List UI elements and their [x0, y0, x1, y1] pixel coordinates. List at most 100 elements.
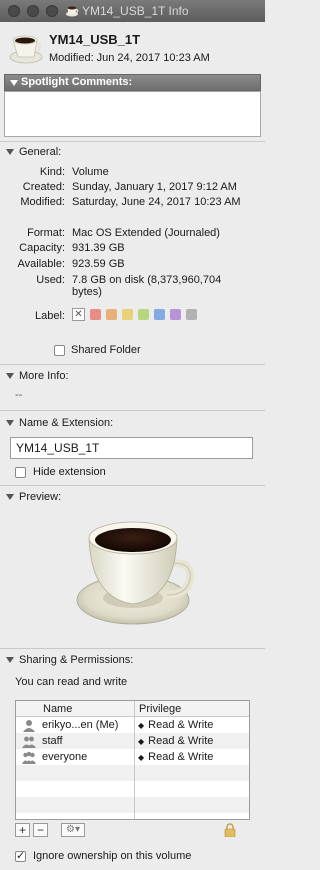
- label-swatch-red[interactable]: [90, 309, 101, 320]
- user-icon: [23, 720, 35, 732]
- remove-user-button[interactable]: −: [33, 823, 48, 837]
- gear-icon: ⚙▾: [66, 824, 80, 835]
- shared-folder-label: Shared Folder: [71, 344, 141, 356]
- label-swatch-orange[interactable]: [106, 309, 117, 320]
- column-header-name[interactable]: Name: [16, 701, 134, 717]
- general-key: Available:: [17, 258, 66, 270]
- hide-extension-label: Hide extension: [33, 466, 106, 478]
- general-value: 923.59 GB: [72, 258, 125, 270]
- ignore-ownership-checkbox[interactable]: [15, 849, 26, 862]
- coffee-cup-icon: [66, 6, 79, 17]
- table-row-empty: [16, 797, 249, 813]
- table-row-empty: [16, 765, 249, 781]
- privilege-value: Read & Write: [148, 719, 214, 731]
- item-modified: Modified: Jun 24, 2017 10:23 AM: [49, 52, 213, 64]
- privilege-popup[interactable]: ◆ Read & Write: [138, 717, 213, 734]
- table-row[interactable]: erikyo...en (Me) ◆ Read & Write: [16, 717, 249, 734]
- action-gear-button[interactable]: ⚙▾: [61, 823, 85, 837]
- minimize-button[interactable]: [27, 5, 39, 17]
- general-key: Created:: [22, 181, 65, 193]
- modified-value: Jun 24, 2017 10:23 AM: [96, 52, 210, 64]
- title-bar[interactable]: YM14_USB_1T Info: [0, 0, 265, 22]
- label-swatch-green[interactable]: [138, 309, 149, 320]
- updown-icon: ◆: [138, 721, 145, 730]
- divider: [0, 141, 265, 142]
- zoom-button[interactable]: [46, 5, 58, 17]
- modified-label: Modified:: [49, 52, 94, 64]
- coffee-cup-preview-icon: [76, 521, 195, 625]
- info-window: YM14_USB_1T Info YM14_USB_1T Modified: Ju…: [0, 0, 265, 870]
- sharing-label: Sharing & Permissions:: [19, 654, 134, 666]
- name-extension-label: Name & Extension:: [19, 417, 114, 429]
- divider: [0, 485, 265, 486]
- general-key: Capacity:: [19, 242, 65, 254]
- general-value: Saturday, June 24, 2017 10:23 AM: [72, 196, 241, 208]
- privilege-value: Read & Write: [148, 735, 214, 747]
- lock-icon[interactable]: [224, 823, 236, 837]
- privilege-popup[interactable]: ◆ Read & Write: [138, 749, 213, 766]
- more-info-label: More Info:: [19, 370, 69, 382]
- label-swatch-blue[interactable]: [154, 309, 165, 320]
- row-name: staff: [42, 735, 63, 747]
- label-swatch-purple[interactable]: [170, 309, 181, 320]
- table-row[interactable]: staff ◆ Read & Write: [16, 733, 249, 750]
- group-icon: [22, 736, 36, 748]
- column-header-privilege[interactable]: Privilege: [135, 701, 249, 717]
- general-key: Kind:: [39, 166, 65, 178]
- preview-section-header[interactable]: Preview:: [6, 491, 61, 503]
- updown-icon: ◆: [138, 737, 145, 746]
- more-info-section-header[interactable]: More Info:: [6, 370, 69, 382]
- privilege-value: Read & Write: [148, 751, 214, 763]
- divider: [0, 648, 265, 649]
- disclosure-triangle-icon: [6, 373, 14, 379]
- row-name: everyone: [42, 751, 88, 763]
- general-value: Sunday, January 1, 2017 9:12 AM: [72, 181, 237, 193]
- general-label: General:: [19, 146, 62, 158]
- shared-folder-checkbox[interactable]: [54, 345, 65, 356]
- divider: [0, 364, 265, 365]
- general-value: 931.39 GB: [72, 242, 125, 254]
- spotlight-comments-header[interactable]: Spotlight Comments:: [4, 74, 261, 91]
- label-color-picker: ✕: [72, 308, 197, 321]
- more-info-value: --: [15, 389, 23, 401]
- item-name: YM14_USB_1T: [49, 32, 141, 47]
- sharing-status: You can read and write: [15, 676, 128, 688]
- volume-coffee-icon: [9, 35, 43, 64]
- name-field[interactable]: YM14_USB_1T: [10, 437, 253, 459]
- spotlight-comments-label: Spotlight Comments:: [21, 76, 133, 88]
- general-value: Volume: [72, 166, 109, 178]
- general-value: Mac OS Extended (Journaled): [72, 227, 220, 239]
- no-label-button[interactable]: ✕: [72, 308, 85, 321]
- spotlight-comments-field[interactable]: [4, 91, 261, 137]
- disclosure-triangle-icon: [6, 657, 14, 663]
- general-key: Format:: [27, 227, 65, 239]
- updown-icon: ◆: [138, 753, 145, 762]
- general-section-header[interactable]: General:: [6, 146, 61, 158]
- add-user-button[interactable]: +: [15, 823, 30, 837]
- general-key: Modified:: [20, 196, 65, 208]
- label-key: Label:: [35, 310, 65, 322]
- disclosure-triangle-icon: [10, 80, 18, 86]
- row-name: erikyo...en (Me): [42, 719, 119, 731]
- privilege-popup[interactable]: ◆ Read & Write: [138, 733, 213, 750]
- hide-extension-checkbox[interactable]: [15, 467, 26, 478]
- disclosure-triangle-icon: [6, 149, 14, 155]
- window-title: YM14_USB_1T Info: [82, 4, 189, 18]
- general-key: Used:: [36, 274, 65, 286]
- disclosure-triangle-icon: [6, 420, 14, 426]
- permissions-table: Name Privilege erikyo...en (Me) ◆ Read & …: [15, 700, 250, 820]
- column-separator: [134, 701, 135, 819]
- ignore-ownership-label: Ignore ownership on this volume: [33, 850, 192, 862]
- disclosure-triangle-icon: [6, 494, 14, 500]
- label-swatch-yellow[interactable]: [122, 309, 133, 320]
- label-swatch-gray[interactable]: [186, 309, 197, 320]
- general-value: 7.8 GB on disk (8,373,960,704 bytes): [72, 274, 222, 298]
- preview-label: Preview:: [19, 491, 62, 503]
- everyone-icon: [22, 751, 36, 764]
- table-row[interactable]: everyone ◆ Read & Write: [16, 749, 249, 766]
- sharing-section-header[interactable]: Sharing & Permissions:: [6, 654, 133, 666]
- name-extension-section-header[interactable]: Name & Extension:: [6, 417, 113, 429]
- divider: [0, 410, 265, 411]
- table-row-empty: [16, 781, 249, 797]
- close-button[interactable]: [8, 5, 20, 17]
